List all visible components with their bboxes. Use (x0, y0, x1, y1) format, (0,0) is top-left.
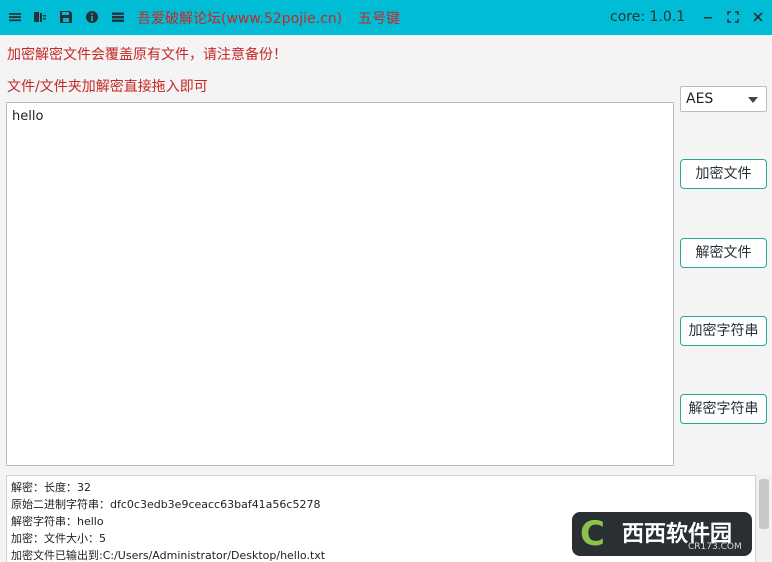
log-line: 解密字符串：hello (11, 515, 104, 528)
drag-drop-hint: 文件/文件夹加解密直接拖入即可 (7, 79, 208, 95)
log-line: 解密：长度：32 (11, 481, 91, 494)
close-icon[interactable] (750, 9, 766, 25)
log-line: 加密：文件大小：5 (11, 532, 106, 545)
app-title: 吾爱破解论坛(www.52pojie.cn) (137, 11, 343, 27)
decrypt-file-button[interactable]: 解密文件 (680, 238, 767, 268)
encrypt-string-button[interactable]: 加密字符串 (680, 316, 767, 346)
log-scrollbar[interactable] (756, 475, 772, 562)
log-line: 加密文件已输出到:C:/Users/Administrator/Desktop/… (11, 549, 326, 562)
decrypt-string-button[interactable]: 解密字符串 (680, 394, 767, 424)
encrypt-file-button[interactable]: 加密文件 (680, 159, 767, 189)
title-bar: 吾爱破解论坛(www.52pojie.cn) 五号键 core: 1.0.1 (0, 0, 772, 35)
version-label: core: 1.0.1 (610, 9, 686, 25)
save-icon[interactable] (59, 10, 73, 24)
book-icon[interactable] (33, 10, 47, 24)
minimize-icon[interactable] (700, 9, 716, 25)
backup-warning: 加密解密文件会覆盖原有文件，请注意备份！ (7, 47, 287, 63)
input-text: hello (12, 109, 44, 124)
menu-icon[interactable] (8, 10, 22, 24)
maximize-icon[interactable] (725, 9, 741, 25)
log-scrollbar-thumb[interactable] (759, 479, 769, 529)
log-line: 原始二进制字符串：dfc0c3edb3e9ceacc63baf41a56c527… (11, 498, 321, 511)
input-textarea[interactable]: hello (6, 102, 674, 466)
algorithm-select[interactable]: AES (680, 86, 767, 112)
algorithm-selected: AES (686, 91, 714, 107)
list-icon[interactable] (111, 10, 125, 24)
watermark-subtext: CR173.COM (688, 542, 742, 552)
watermark-letter: C (580, 514, 605, 554)
app-subtitle: 五号键 (358, 11, 400, 27)
chevron-down-icon (748, 97, 758, 103)
info-icon[interactable] (85, 10, 99, 24)
watermark-logo: C 西西软件园 CR173.COM (572, 512, 752, 556)
